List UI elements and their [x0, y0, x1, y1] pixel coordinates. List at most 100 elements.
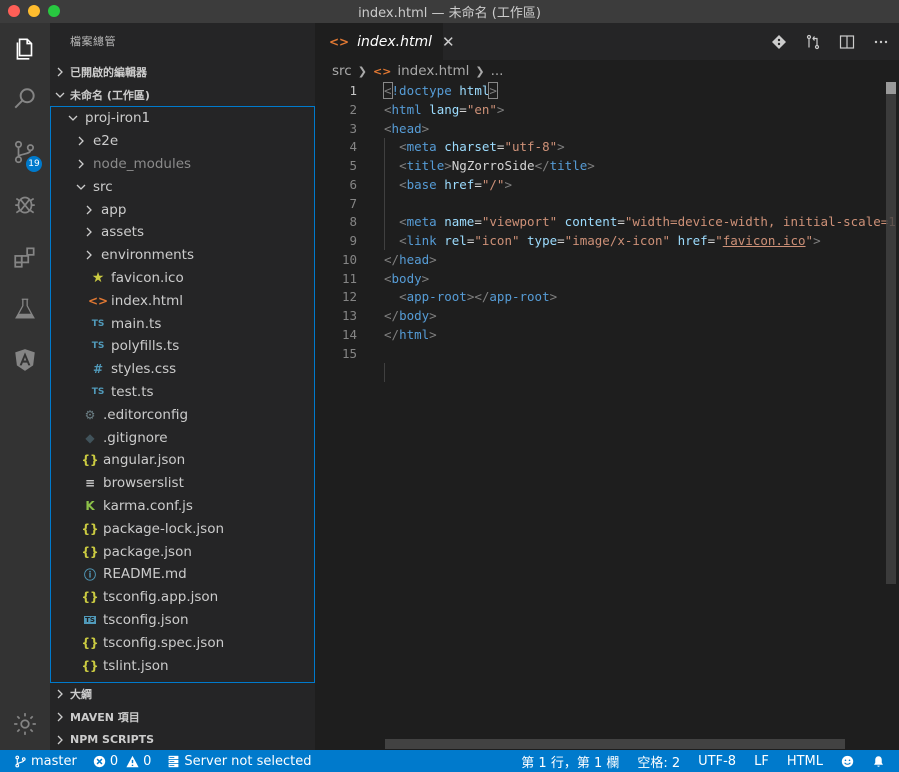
git-compare-icon[interactable] [769, 32, 789, 52]
close-window-button[interactable] [8, 5, 20, 17]
tree-file[interactable]: {} tsconfig.spec.json [51, 631, 314, 654]
explorer-sidebar: 檔案總管 已開啟的編輯器 未命名 (工作區) proj-iron1 e2e node… [50, 23, 315, 750]
git-branch-icon [15, 755, 26, 767]
maximize-window-button[interactable] [48, 5, 60, 17]
server-label: Server not selected [184, 753, 312, 769]
tree-label: app [101, 201, 127, 218]
tree-label: tsconfig.spec.json [103, 634, 225, 651]
horizontal-scrollbar[interactable] [385, 739, 845, 749]
breadcrumb-symbol[interactable]: ... [491, 63, 504, 79]
maven-label: MAVEN 項目 [70, 710, 140, 724]
code-editor[interactable]: 1 <!doctype html> 2 <html lang="en"> 3 <hea… [315, 82, 896, 382]
line-number: 2 [349, 101, 357, 117]
language-mode[interactable]: HTML [787, 754, 823, 769]
workspace-section[interactable]: 未命名 (工作區) [50, 83, 315, 106]
close-tab-icon[interactable]: ✕ [442, 33, 455, 51]
indentation-status[interactable]: 空格: 2 [637, 752, 680, 771]
vertical-scrollbar[interactable] [886, 82, 896, 584]
tree-file[interactable]: {} angular.json [51, 449, 314, 472]
line-number: 1 [349, 83, 357, 98]
typescript-file-icon: TS [91, 341, 105, 352]
open-editors-section[interactable]: 已開啟的編輯器 [50, 60, 315, 83]
source-control-icon[interactable]: 19 [0, 128, 50, 176]
json-file-icon: {} [81, 635, 99, 650]
tree-file[interactable]: {} package.json [51, 540, 314, 563]
debug-icon[interactable] [0, 180, 50, 228]
code-line: </body> [384, 308, 437, 323]
tree-folder[interactable]: node_modules [51, 153, 314, 176]
editor-actions [769, 23, 891, 60]
tree-label: src [93, 178, 113, 195]
tree-label: .editorconfig [103, 406, 189, 423]
encoding-status[interactable]: UTF-8 [698, 754, 736, 769]
tree-file[interactable]: TS polyfills.ts [51, 335, 314, 358]
tree-folder[interactable]: src [51, 175, 314, 198]
line-number: 7 [349, 195, 357, 211]
window-title: index.html — 未命名 (工作區) [358, 6, 541, 21]
tree-file[interactable]: ◆ .gitignore [51, 426, 314, 449]
tree-label: polyfills.ts [111, 338, 180, 355]
notifications-bell-icon[interactable] [872, 755, 885, 768]
chevron-right-icon [50, 735, 70, 745]
test-flask-icon[interactable] [0, 285, 50, 333]
problems-status[interactable]: 0 0 [93, 754, 151, 769]
chevron-right-icon [81, 250, 97, 260]
tree-file[interactable]: ⓘ README.md [51, 563, 314, 586]
outline-section[interactable]: 大綱 [50, 682, 315, 705]
tab-index-html[interactable]: <> index.html ✕ [315, 23, 455, 60]
branch-status[interactable]: master [14, 754, 77, 769]
tree-file[interactable]: {} tsconfig.app.json [51, 586, 314, 609]
extensions-icon[interactable] [0, 233, 50, 281]
line-number: 5 [349, 158, 357, 173]
tree-file[interactable]: TS test.ts [51, 381, 314, 404]
more-actions-icon[interactable] [871, 32, 891, 52]
minimize-window-button[interactable] [28, 5, 40, 17]
tree-folder[interactable]: environments [51, 244, 314, 267]
eol-status[interactable]: LF [754, 754, 769, 769]
tree-file[interactable]: Kkarma.conf.js [51, 495, 314, 518]
line-number: 14 [341, 326, 357, 342]
tree-file[interactable]: TS main.ts [51, 312, 314, 335]
breadcrumb-src[interactable]: src [332, 63, 352, 79]
open-changes-icon[interactable] [803, 32, 823, 52]
tree-label: package.json [103, 543, 192, 560]
tab-bar: <> index.html ✕ [315, 23, 899, 60]
tree-folder[interactable]: e2e [51, 130, 314, 153]
branch-name: master [31, 753, 77, 769]
tree-file[interactable]: # styles.css [51, 358, 314, 381]
tree-label: favicon.ico [111, 269, 184, 286]
tree-file[interactable]: {} package-lock.json [51, 517, 314, 540]
json-file-icon: {} [81, 590, 99, 605]
tree-file[interactable]: <> index.html [51, 289, 314, 312]
server-status[interactable]: Server not selected [167, 754, 311, 769]
tree-file[interactable]: ★ favicon.ico [51, 267, 314, 290]
code-line: <body> [384, 270, 430, 286]
cursor-position[interactable]: 第 1 行，第 1 欄 [521, 752, 619, 771]
open-editors-label: 已開啟的編輯器 [70, 65, 147, 79]
tree-file[interactable]: ≡ browserslist [51, 472, 314, 495]
explorer-title: 檔案總管 [70, 35, 116, 48]
split-editor-icon[interactable] [837, 32, 857, 52]
line-number: 9 [349, 233, 357, 248]
code-line: <meta name="viewport" content="width=dev… [399, 214, 896, 230]
tree-folder[interactable]: app [51, 198, 314, 221]
status-bar: master 0 0 Server not selected 第 1 行，第 1… [0, 750, 899, 772]
tree-folder[interactable]: proj-iron1 [51, 107, 314, 130]
search-icon[interactable] [0, 75, 50, 123]
chevron-right-icon: ❯ [357, 64, 367, 78]
feedback-smiley-icon[interactable] [841, 755, 854, 768]
gear-icon[interactable] [0, 700, 50, 748]
angular-icon[interactable] [0, 336, 50, 384]
text-file-icon: ≡ [84, 476, 96, 491]
tree-folder[interactable]: assets [51, 221, 314, 244]
line-number: 12 [341, 289, 357, 305]
tree-file[interactable]: {} tslint.json [51, 654, 314, 677]
tree-file[interactable]: ⚙ .editorconfig [51, 403, 314, 426]
npm-scripts-section[interactable]: NPM SCRIPTS [50, 728, 315, 751]
typescript-file-icon: TS [91, 386, 105, 397]
tree-label: .gitignore [103, 429, 168, 446]
files-icon[interactable] [0, 25, 50, 73]
tree-file[interactable]: TS tsconfig.json [51, 609, 314, 632]
maven-section[interactable]: MAVEN 項目 [50, 705, 315, 728]
breadcrumb-file[interactable]: index.html [397, 63, 469, 79]
